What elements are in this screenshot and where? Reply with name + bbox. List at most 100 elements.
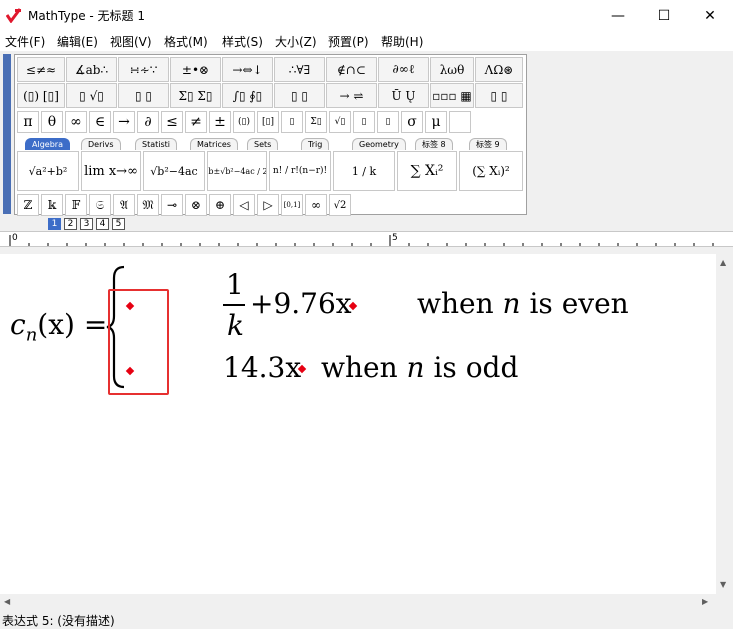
scroll-left-icon[interactable]: ◀ [4, 597, 10, 606]
circled-times-button[interactable]: ⊗ [185, 194, 207, 216]
sqrt-template-button[interactable]: √▯ [329, 111, 351, 133]
menu-preferences[interactable]: 预置(P) [328, 33, 369, 50]
fences-palette-button[interactable]: (▯) [▯] [17, 83, 65, 108]
fraktur-m-button[interactable]: 𝔐 [137, 194, 159, 216]
operators-palette-button[interactable]: ±•⊗ [170, 57, 221, 82]
plus-minus-symbol-button[interactable]: ± [209, 111, 231, 133]
hypotenuse-template[interactable]: √a²+b² [17, 151, 79, 191]
tab-sets[interactable]: Sets [247, 138, 279, 150]
double-struck-z-button[interactable]: ℤ [17, 194, 39, 216]
fractions-radicals-palette-button[interactable]: ▯ √▯ [66, 83, 117, 108]
limit-template[interactable]: lim x→∞ [81, 151, 141, 191]
size-1-button[interactable]: 1 [48, 218, 61, 230]
matrices-palette-button[interactable]: ▫▫▫ ▦ [430, 83, 474, 108]
lhs-c: c [10, 308, 26, 341]
spaces-palette-button[interactable]: ∡ab∴ [66, 57, 117, 82]
size-3-button[interactable]: 3 [80, 218, 93, 230]
menu-style[interactable]: 样式(S) [222, 33, 263, 50]
menu-format[interactable]: 格式(M) [164, 33, 208, 50]
subscripts-palette-button[interactable]: ▯ ▯ [118, 83, 169, 108]
square-of-sum-template[interactable]: (∑ Xᵢ)² [459, 151, 523, 191]
infinity-symbol-button[interactable]: ∞ [65, 111, 87, 133]
mathtype-logo-icon [6, 8, 22, 23]
sigma-symbol-button[interactable]: σ [401, 111, 423, 133]
tab-geometry[interactable]: Geometry [352, 138, 406, 150]
left-triangle-button[interactable]: ◁ [233, 194, 255, 216]
less-equal-symbol-button[interactable]: ≤ [161, 111, 183, 133]
menu-file[interactable]: 文件(F) [5, 33, 45, 50]
tab-trig[interactable]: Trig [301, 138, 330, 150]
tab-matrices[interactable]: Matrices [190, 138, 238, 150]
scroll-right-icon[interactable]: ▶ [702, 597, 708, 606]
relations-palette-button[interactable]: ≤≠≈ [17, 57, 65, 82]
size-4-button[interactable]: 4 [96, 218, 109, 230]
close-button[interactable]: ✕ [687, 0, 733, 31]
not-equal-symbol-button[interactable]: ≠ [185, 111, 207, 133]
tab-algebra[interactable]: Algebra [25, 138, 70, 150]
sets-palette-button[interactable]: ∉∩⊂ [326, 57, 377, 82]
quadratic-formula-template[interactable]: −b±√b²−4ac / 2a [207, 151, 267, 191]
greek-upper-palette-button[interactable]: ΛΩ⊛ [475, 57, 523, 82]
fraktur-a-button[interactable]: 𝔄 [113, 194, 135, 216]
sum-squares-template[interactable]: ∑ Xᵢ² [397, 151, 457, 191]
discriminant-template[interactable]: √b²−4ac [143, 151, 205, 191]
bars-palette-button[interactable]: ▯ ▯ [274, 83, 325, 108]
parentheses-template-button[interactable]: (▯) [233, 111, 255, 133]
horizontal-scrollbar[interactable]: ◀ ▶ [0, 594, 716, 611]
maximize-button[interactable]: ☐ [641, 0, 687, 31]
minimize-button[interactable]: — [595, 0, 641, 31]
scroll-down-icon[interactable]: ▼ [720, 580, 726, 589]
ruler-label-0: 0 [12, 233, 18, 243]
ruler-label-5: 5 [392, 233, 398, 243]
size-2-button[interactable]: 2 [64, 218, 77, 230]
integrals-palette-button[interactable]: ∫▯ ∮▯ [222, 83, 273, 108]
menu-help[interactable]: 帮助(H) [381, 33, 423, 50]
boxes-palette-button[interactable]: ▯ ▯ [475, 83, 523, 108]
misc-palette-button[interactable]: ∂∞ℓ [378, 57, 429, 82]
fraction-template-button[interactable]: ▯ [281, 111, 303, 133]
infinity-small-button[interactable]: ∞ [305, 194, 327, 216]
element-of-symbol-button[interactable]: ∈ [89, 111, 111, 133]
multimap-button[interactable]: ⊸ [161, 194, 183, 216]
tab-8[interactable]: 标签 8 [415, 138, 453, 150]
combination-template[interactable]: n! / r!(n−r)! [269, 151, 331, 191]
sums-palette-button[interactable]: Σ▯ Σ▯ [170, 83, 221, 108]
right-triangle-button[interactable]: ▷ [257, 194, 279, 216]
partial-symbol-button[interactable]: ∂ [137, 111, 159, 133]
sqrt-two-button[interactable]: √2 [329, 194, 351, 216]
logic-palette-button[interactable]: ∴∀∃ [274, 57, 325, 82]
pi-symbol-button[interactable]: π [17, 111, 39, 133]
interval-button[interactable]: [0,1] [281, 194, 303, 216]
toolbar-grip[interactable] [3, 54, 11, 214]
fraktur-s-button[interactable]: 𝔖 [89, 194, 111, 216]
scroll-up-icon[interactable]: ▲ [720, 258, 726, 267]
subscript-template-button[interactable]: ▯ [377, 111, 399, 133]
greek-lower-palette-button[interactable]: λωθ [430, 57, 474, 82]
brackets-template-button[interactable]: [▯] [257, 111, 279, 133]
theta-symbol-button[interactable]: θ [41, 111, 63, 133]
vertical-scrollbar[interactable]: ▲ ▼ [716, 254, 733, 594]
ruler[interactable]: 0 5 [0, 231, 733, 247]
sum-template-button[interactable]: Σ▯ [305, 111, 327, 133]
tab-statistics[interactable]: Statisti [135, 138, 178, 150]
arrows-palette-button[interactable]: →⇔↓ [222, 57, 273, 82]
selection-box[interactable] [108, 289, 169, 395]
menu-size[interactable]: 大小(Z) [275, 33, 317, 50]
products-palette-button[interactable]: Ū Ų [378, 83, 429, 108]
empty-symbol-slot[interactable] [449, 111, 471, 133]
double-struck-k-button[interactable]: 𝕜 [41, 194, 63, 216]
double-struck-f-button[interactable]: 𝔽 [65, 194, 87, 216]
menu-view[interactable]: 视图(V) [110, 33, 152, 50]
reciprocal-template[interactable]: 1 / k [333, 151, 395, 191]
menu-edit[interactable]: 编辑(E) [57, 33, 98, 50]
tab-derivs[interactable]: Derivs [81, 138, 121, 150]
labeled-arrows-palette-button[interactable]: → ⇌ [326, 83, 377, 108]
superscript-template-button[interactable]: ▯ [353, 111, 375, 133]
embellishments-palette-button[interactable]: ∺∻∵ [118, 57, 169, 82]
circled-plus-button[interactable]: ⊕ [209, 194, 231, 216]
size-5-button[interactable]: 5 [112, 218, 125, 230]
right-arrow-symbol-button[interactable]: → [113, 111, 135, 133]
mu-symbol-button[interactable]: μ [425, 111, 447, 133]
row1-condition: when n is even [417, 287, 629, 320]
tab-9[interactable]: 标签 9 [469, 138, 507, 150]
